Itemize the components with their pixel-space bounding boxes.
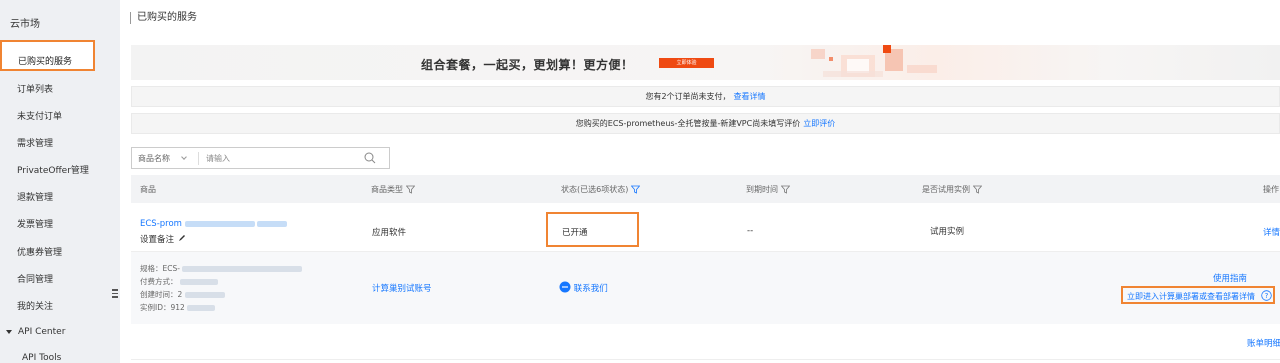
redacted-text bbox=[179, 279, 218, 285]
table-row: ECS-prom 设置备注 应用软件 已开通 -- 试用实例 详情 bbox=[131, 210, 1280, 252]
redacted-text bbox=[187, 305, 216, 311]
status-badge: 已开通 bbox=[562, 228, 588, 238]
trial-instance: 试用实例 bbox=[930, 227, 965, 237]
search-filter: 商品名称 bbox=[131, 147, 390, 169]
edit-pencil-icon[interactable] bbox=[177, 233, 187, 243]
col-product: 商品 bbox=[140, 185, 156, 194]
caret-down-icon bbox=[6, 329, 12, 334]
sidebar-group-label: API Center bbox=[18, 327, 66, 337]
sidebar-item-follows[interactable]: 我的关注 bbox=[17, 299, 53, 312]
pay-label: 付费方式： bbox=[140, 277, 178, 286]
pay-line: 付费方式： bbox=[140, 275, 302, 288]
table-header: 商品 商品类型 状态(已选6项状态) 到期时间 是否试用实例 操作 bbox=[131, 175, 1280, 203]
view-details-link[interactable]: 查看详情 bbox=[734, 92, 766, 101]
unpaid-orders-notice: 您有2个订单尚未支付， 查看详情 bbox=[131, 86, 1280, 107]
billing-footer-row: 账单明细 bbox=[131, 324, 1280, 360]
created-line: 创建时间：2 bbox=[140, 288, 302, 301]
instance-line: 实例ID：912 bbox=[140, 301, 302, 314]
banner-decoration-icon bbox=[811, 45, 937, 77]
sidebar-title: 云市场 bbox=[10, 19, 40, 30]
col-expire-label: 到期时间 bbox=[746, 185, 778, 194]
spec-label: 规格：ECS- bbox=[140, 264, 180, 273]
review-notice: 您购买的ECS-prometheus-全托管按量-新建VPC尚未填写评价 立即评价 bbox=[131, 113, 1280, 134]
redacted-text bbox=[184, 292, 225, 298]
details-link[interactable]: 详情 bbox=[1263, 226, 1280, 238]
contact-us[interactable]: 联系我们 bbox=[559, 281, 608, 294]
col-trial[interactable]: 是否试用实例 bbox=[922, 184, 983, 195]
search-icon[interactable] bbox=[364, 152, 376, 164]
product-type: 应用软件 bbox=[372, 228, 407, 238]
expire-time: -- bbox=[747, 226, 754, 236]
deploy-link-highlight: 立即进入计算巢部署或查看部署详情 ? bbox=[1121, 286, 1275, 304]
col-status[interactable]: 状态(已选6项状态) bbox=[561, 184, 641, 195]
billing-details-link[interactable]: 账单明细 bbox=[1247, 337, 1280, 349]
sidebar-item-requirements[interactable]: 需求管理 bbox=[17, 136, 53, 149]
collapse-sidebar-icon[interactable] bbox=[112, 287, 120, 299]
review-notice-text: 您购买的ECS-prometheus-全托管按量-新建VPC尚未填写评价 bbox=[575, 119, 801, 128]
sidebar-item-unpaid-orders[interactable]: 未支付订单 bbox=[17, 109, 62, 122]
remark-label: 设置备注 bbox=[140, 235, 175, 245]
contact-us-link[interactable]: 联系我们 bbox=[574, 284, 608, 294]
product-name[interactable]: ECS-prom bbox=[140, 219, 288, 229]
sidebar-item-api-tools[interactable]: API Tools bbox=[22, 353, 61, 363]
sidebar-group-api-center[interactable]: API Center bbox=[6, 327, 65, 337]
svg-text:?: ? bbox=[1265, 292, 1269, 300]
sidebar-item-invoices[interactable]: 发票管理 bbox=[17, 217, 53, 230]
col-type[interactable]: 商品类型 bbox=[371, 184, 416, 195]
search-input[interactable] bbox=[206, 151, 356, 166]
col-action: 操作 bbox=[1263, 185, 1279, 194]
page-title: 已购买的服务 bbox=[130, 12, 197, 24]
banner-button[interactable]: 立即体验 bbox=[659, 58, 714, 68]
status-highlight-box: 已开通 bbox=[546, 212, 639, 247]
banner-text: 组合套餐，一起买，更划算！更方便！ bbox=[421, 58, 634, 72]
sidebar-item-private-offer[interactable]: PrivateOffer管理 bbox=[17, 163, 89, 176]
page-root: 云市场 已购买的服务 订单列表 未支付订单 需求管理 PrivateOffer管… bbox=[0, 0, 1280, 363]
filter-field-select[interactable]: 商品名称 bbox=[138, 153, 170, 164]
col-trial-label: 是否试用实例 bbox=[922, 185, 970, 194]
chat-bubble-icon bbox=[559, 281, 571, 293]
sidebar: 云市场 已购买的服务 订单列表 未支付订单 需求管理 PrivateOffer管… bbox=[0, 0, 120, 363]
product-link[interactable]: ECS-prom bbox=[140, 219, 182, 229]
created-label: 创建时间：2 bbox=[140, 290, 183, 299]
redacted-text bbox=[184, 220, 255, 227]
unpaid-notice-text: 您有2个订单尚未支付， bbox=[645, 92, 731, 101]
redacted-text bbox=[182, 266, 303, 272]
filter-active-icon[interactable] bbox=[630, 185, 641, 194]
deploy-details-link[interactable]: 立即进入计算巢部署或查看部署详情 bbox=[1127, 291, 1255, 302]
col-expire[interactable]: 到期时间 bbox=[746, 184, 791, 195]
instance-detail-panel: 规格：ECS- 付费方式： 创建时间：2 实例ID：912 计算巢别试账号 联系… bbox=[131, 252, 1280, 324]
filter-icon[interactable] bbox=[972, 185, 983, 194]
filter-divider bbox=[198, 152, 199, 165]
sidebar-item-orders[interactable]: 订单列表 bbox=[17, 82, 53, 95]
col-status-label: 状态(已选6项状态) bbox=[561, 185, 629, 194]
sidebar-item-refunds[interactable]: 退款管理 bbox=[17, 190, 53, 203]
review-now-link[interactable]: 立即评价 bbox=[803, 119, 835, 128]
billing-account-link[interactable]: 计算巢别试账号 bbox=[372, 282, 432, 294]
filter-icon[interactable] bbox=[405, 185, 416, 194]
redacted-text bbox=[257, 220, 288, 227]
col-type-label: 商品类型 bbox=[371, 185, 403, 194]
chevron-down-icon[interactable] bbox=[181, 154, 187, 160]
user-guide-link[interactable]: 使用指南 bbox=[1213, 272, 1247, 284]
sidebar-item-contracts[interactable]: 合同管理 bbox=[17, 272, 53, 285]
remark-cell[interactable]: 设置备注 bbox=[140, 233, 187, 245]
sidebar-item-coupons[interactable]: 优惠券管理 bbox=[17, 245, 62, 258]
detail-info: 规格：ECS- 付费方式： 创建时间：2 实例ID：912 bbox=[140, 262, 303, 314]
filter-icon[interactable] bbox=[780, 185, 791, 194]
instance-label: 实例ID：912 bbox=[140, 303, 185, 312]
spec-line: 规格：ECS- bbox=[140, 262, 303, 275]
promo-banner[interactable]: 组合套餐，一起买，更划算！更方便！ 立即体验 bbox=[131, 45, 1280, 80]
sidebar-item-purchased-services[interactable]: 已购买的服务 bbox=[0, 40, 95, 71]
help-question-icon[interactable]: ? bbox=[1261, 290, 1272, 301]
